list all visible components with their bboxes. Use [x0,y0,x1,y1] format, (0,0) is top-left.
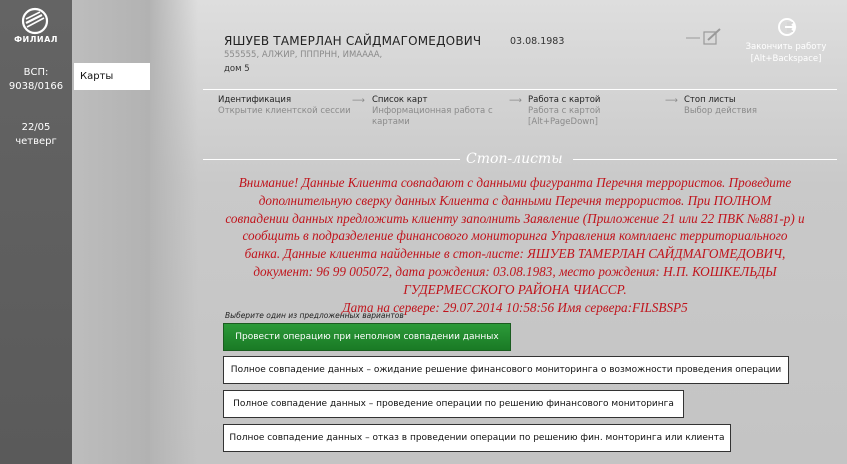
step-title: Стоп листы [684,95,736,105]
step-stop-lists: Стоп листы Выбор действия [684,95,757,117]
exit-label: Закончить работу [745,42,827,52]
vsp-value: 9038/0166 [8,81,64,92]
step-subtitle: Работа с картой [528,106,601,116]
vsp-info: ВСП: 9038/0166 [0,66,72,94]
section-divider-left [203,159,460,160]
step-title: Идентификация [218,95,292,105]
proceed-partial-match-button[interactable]: Провести операцию при неполном совпадени… [223,323,511,351]
arrow-right-icon: ⟶ [509,96,522,106]
step-subtitle: Выбор действия [684,106,757,116]
step-subtitle-2: картами [372,117,410,127]
warning-line: сообщить в подразделение финансового мон… [242,228,788,244]
step-hotkey: [Alt+PageDown] [528,117,598,127]
stoplist-warning: Внимание! Данные Клиента совпадают с дан… [206,174,824,316]
client-name: ЯШУЕВ ТАМЕРЛАН САЙДМАГОМЕДОВИЧ [224,34,482,48]
warning-line: ГУДЕРМЕССКОГО РАЙОНА ЧИАССР. [403,281,627,297]
step-identification[interactable]: Идентификация Открытие клиентской сессии [218,95,351,117]
choose-label: Выберите один из предложенных вариантов [225,311,404,320]
section-title: Стоп-листы [466,151,563,167]
arrow-right-icon: ⟶ [665,96,678,106]
full-match-refuse-button[interactable]: Полное совпадение данных – отказ в прове… [223,424,731,452]
section-divider-right [573,159,837,160]
header-divider [203,89,837,90]
full-match-proceed-button[interactable]: Полное совпадение данных – проведение оп… [223,390,684,418]
step-subtitle: Информационная работа с [372,106,493,116]
client-birthdate: 03.08.1983 [510,36,565,47]
warning-line: банка. Данные клиента найденные в стоп-л… [244,246,786,262]
exit-button[interactable]: Закончить работу [Alt+Backspace] [744,41,828,65]
exit-hotkey: [Alt+Backspace] [750,54,822,64]
left-rail: ФИЛИАЛ ВСП: 9038/0166 22/05 четверг [0,0,72,464]
step-title: Список карт [372,95,428,105]
arrow-right-icon: ⟶ [352,96,365,106]
warning-line: дополнительную сверку данных Клиента с д… [258,192,772,208]
full-match-await-decision-button[interactable]: Полное совпадение данных – ожидание реше… [223,356,789,384]
bank-logo-icon [21,7,49,35]
step-card-list[interactable]: Список карт Информационная работа с карт… [372,95,493,128]
edit-icon[interactable] [686,28,724,48]
step-subtitle: Открытие клиентской сессии [218,106,351,116]
client-address: 555555, АЛЖИР, ПППРНН, ИМАААА, [224,50,383,60]
client-house: дом 5 [224,64,250,74]
step-title: Работа с картой [528,95,601,105]
logo-text: ФИЛИАЛ [14,35,58,44]
step-card-work[interactable]: Работа с картой Работа с картой [Alt+Pag… [528,95,600,128]
warning-line: документ: 96 99 005072, дата рождения: 0… [253,263,777,279]
warning-line: совпадении данных предложить клиенту зап… [225,210,805,226]
exit-icon[interactable] [776,16,800,38]
date-value: 22/05 [21,122,51,133]
current-date: 22/05 четверг [0,121,72,149]
weekday: четверг [15,136,57,147]
vsp-label: ВСП: [23,67,49,78]
warning-line: Внимание! Данные Клиента совпадают с дан… [238,175,792,190]
